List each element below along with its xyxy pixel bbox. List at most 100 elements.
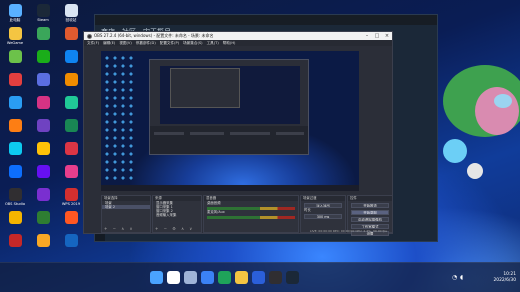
edge-icon[interactable]	[218, 271, 231, 284]
menu-view[interactable]: 视图(V)	[119, 41, 131, 46]
app-icon	[64, 96, 78, 109]
sources-dock: 来源 显示器采集 窗口采集 1 窗口采集 2 音频输入采集 + − ⚙ ∧ ∨	[152, 195, 202, 233]
app-icon	[64, 73, 78, 86]
preview-desktop-capture	[101, 51, 359, 191]
app-icon	[8, 50, 22, 63]
maximize-icon[interactable]: □	[372, 33, 382, 39]
menu-edit[interactable]: 编辑(E)	[103, 41, 115, 46]
widgets-icon[interactable]	[201, 271, 214, 284]
scenes-dock: 场景选择 场景 场景 2 + − ∧ ∨	[101, 195, 151, 233]
app-icon	[36, 234, 50, 247]
app-icon	[36, 96, 50, 109]
obs-logo-icon	[87, 33, 92, 39]
app-icon	[8, 96, 22, 109]
system-tray: ◔ ◖ 10:21 2022/6/30	[450, 263, 520, 292]
taskbar: ◔ ◖ 10:21 2022/6/30	[0, 262, 520, 292]
desktop-icon-label: 此电脑	[9, 18, 21, 22]
steam-icon[interactable]	[286, 271, 299, 284]
app-icon	[64, 188, 78, 201]
mixer-dock: 混音器 桌面音频 麦克风/Aux	[203, 195, 299, 233]
volume-meter-mic[interactable]	[207, 216, 295, 219]
app-icon	[8, 73, 22, 86]
volume-icon[interactable]: ◖	[460, 274, 463, 281]
duration-label: 时长	[304, 208, 311, 212]
clock-date: 2022/6/30	[493, 278, 516, 283]
obs-title: OBS 27.2.4 (64-bit, windows) - 配置文件: 未命名…	[94, 33, 214, 38]
mixer-track-label: 麦克风/Aux	[207, 210, 225, 214]
wifi-icon[interactable]: ◔	[452, 274, 457, 281]
app-icon	[64, 4, 78, 17]
obs-docks: 场景选择 场景 场景 2 + − ∧ ∨ 来源 显示器采集 窗口采集 1 窗口采…	[101, 195, 393, 236]
menu-help[interactable]: 帮助(H)	[223, 41, 236, 46]
app-icon	[36, 27, 50, 40]
clock[interactable]: 10:21 2022/6/30	[482, 272, 516, 284]
desktop-icons: 此电脑 Steam 回收站 WeGame OBS Studio WPS 2019	[0, 0, 90, 262]
desktop-icon-label: Steam	[37, 18, 49, 22]
volume-meter-desktop[interactable]	[207, 207, 295, 210]
controls-dock: 控件 开始推流 开始录制 启动虚拟摄像机 工作室模式 设置	[347, 195, 393, 236]
app-icon	[8, 4, 22, 17]
app-icon	[36, 142, 50, 155]
app-icon	[64, 27, 78, 40]
app-icon	[64, 234, 78, 247]
app-icon	[8, 211, 22, 224]
menu-scene-collection[interactable]: 场景集合(S)	[183, 41, 202, 46]
taskbar-apps	[150, 271, 299, 284]
desktop-icon[interactable]	[58, 232, 84, 262]
menu-tools[interactable]: 工具(T)	[207, 41, 219, 46]
menu-profile[interactable]: 配置文件(P)	[160, 41, 179, 46]
source-item[interactable]: 音频输入采集	[153, 213, 201, 217]
transitions-header: 场景过渡	[301, 196, 345, 201]
start-recording-button[interactable]: 开始录制	[351, 210, 389, 215]
obs-statusbar: LIVE: 00:00:00 REC: 00:00:00 CPU: 2.4%, …	[309, 229, 387, 233]
app-icon	[36, 211, 50, 224]
app-icon	[8, 188, 22, 201]
desktop-icon-label: 回收站	[65, 18, 77, 22]
menu-docks[interactable]: 停靠部件(D)	[136, 41, 156, 46]
menu-file[interactable]: 文件(F)	[87, 41, 99, 46]
minimize-icon[interactable]: –	[362, 33, 372, 39]
app-icon	[64, 211, 78, 224]
virtual-camera-button[interactable]: 启动虚拟摄像机	[351, 217, 389, 222]
app-icon	[64, 165, 78, 178]
mixer-track-label: 桌面音频	[207, 201, 221, 205]
obs-preview[interactable]	[101, 51, 359, 191]
start-streaming-button[interactable]: 开始推流	[351, 203, 389, 208]
duration-input[interactable]: 300 ms	[304, 214, 342, 219]
nested-preview-inner	[170, 68, 240, 108]
app-icon	[36, 50, 50, 63]
desktop-icon-label: OBS Studio	[4, 202, 26, 206]
desktop-icon[interactable]	[2, 232, 28, 262]
app-icon	[8, 27, 22, 40]
steam-titlebar	[95, 15, 437, 25]
app-icon	[8, 165, 22, 178]
start-icon[interactable]	[150, 271, 163, 284]
app-icon	[64, 50, 78, 63]
steam-game-art	[443, 65, 520, 179]
app-icon	[8, 142, 22, 155]
obs-menubar: 文件(F) 编辑(E) 视图(V) 停靠部件(D) 配置文件(P) 场景集合(S…	[84, 40, 392, 46]
app-icon	[36, 73, 50, 86]
desktop-icon-label: WeGame	[6, 41, 24, 45]
search-icon[interactable]	[167, 271, 180, 284]
app-icon	[8, 119, 22, 132]
preview-desktop-icons	[103, 54, 135, 182]
preview-taskbar	[101, 185, 359, 191]
app-icon	[36, 4, 50, 17]
store-icon[interactable]	[252, 271, 265, 284]
desktop-icon[interactable]	[30, 232, 56, 262]
app-icon	[8, 234, 22, 247]
taskview-icon[interactable]	[184, 271, 197, 284]
obs-titlebar: OBS 27.2.4 (64-bit, windows) - 配置文件: 未命名…	[84, 32, 392, 40]
obs-icon[interactable]	[269, 271, 282, 284]
preview-nested-obs	[149, 59, 309, 155]
app-icon	[36, 188, 50, 201]
explorer-icon[interactable]	[235, 271, 248, 284]
app-icon	[36, 119, 50, 132]
app-icon	[36, 165, 50, 178]
close-icon[interactable]: ×	[382, 33, 392, 39]
scene-item-selected[interactable]: 场景 2	[102, 205, 150, 209]
app-icon	[64, 119, 78, 132]
app-icon	[64, 142, 78, 155]
desktop-icon-label: WPS 2019	[61, 202, 81, 206]
